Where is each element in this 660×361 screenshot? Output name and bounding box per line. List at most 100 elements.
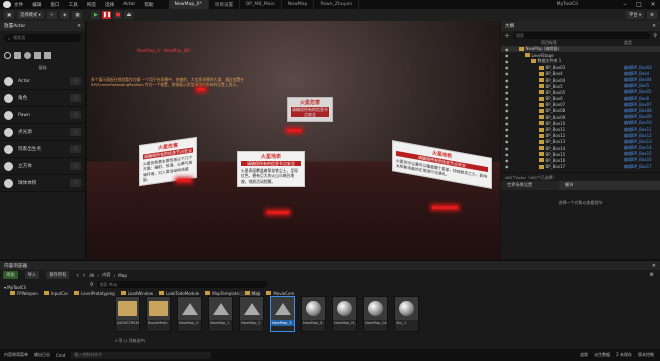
pause-icon[interactable]: ❚❚ [102, 11, 112, 19]
minimize-icon[interactable]: – [618, 1, 632, 8]
breadcrumb-item[interactable]: All [89, 273, 94, 278]
volumes-icon[interactable] [44, 51, 51, 59]
menu-item[interactable]: 工具 [69, 2, 78, 8]
visibility-icon[interactable]: ◉ [505, 90, 509, 95]
visibility-icon[interactable]: ◉ [505, 121, 509, 126]
document-tab[interactable]: BP_MB_Main [240, 0, 282, 9]
tree-item[interactable]: LevelPrototyping [68, 291, 115, 297]
visibility-icon[interactable]: ◉ [505, 65, 509, 70]
stop-icon[interactable]: ■ [113, 11, 123, 19]
asset-tile[interactable]: RoomMesh [146, 296, 171, 332]
cmd-dropdown[interactable]: Cmd [56, 353, 65, 358]
tab-details[interactable]: 细节 [559, 180, 660, 190]
content-drawer-button[interactable]: 内容侧滑菜单 [4, 352, 28, 358]
lights-icon[interactable] [14, 51, 21, 59]
add-button[interactable]: 添加 [3, 271, 18, 279]
search-input[interactable]: ⌕ 搜索类 [4, 34, 81, 42]
filter-icon[interactable]: ⚲ [90, 282, 94, 288]
actor-class-item[interactable]: Pawn ⓘ [0, 107, 85, 124]
asset-tile[interactable]: NewMap_0 [177, 296, 202, 332]
forward-icon[interactable]: › [83, 272, 85, 279]
visibility-icon[interactable]: ◉ [505, 71, 509, 76]
visibility-icon[interactable]: ◉ [505, 127, 509, 132]
source-control-button[interactable]: 版本控制 [638, 352, 654, 358]
info-icon[interactable]: ⓘ [70, 128, 81, 136]
settings-icon[interactable]: ⚙ [650, 272, 654, 278]
asset-tile[interactable]: NewMap_1 [208, 296, 233, 332]
trace-button[interactable]: 追踪 [580, 352, 588, 358]
visibility-icon[interactable]: ◉ [505, 139, 509, 144]
close-icon[interactable]: ✕ [652, 24, 656, 29]
save-icon[interactable]: ▣ [4, 11, 15, 19]
select-mode-button[interactable]: 选择模式 ▾ [17, 11, 44, 19]
settings-icon[interactable]: ⚙ [647, 11, 657, 19]
import-button[interactable]: 导入 [24, 271, 40, 279]
blueprint-icon[interactable]: ◈ [60, 11, 70, 19]
outliner-search[interactable]: 搜索 [513, 32, 651, 39]
visibility-icon[interactable]: ◉ [505, 115, 509, 120]
cinematics-icon[interactable]: ▦ [72, 11, 83, 19]
asset-search-input[interactable]: 搜索 Map [96, 281, 267, 288]
menu-item[interactable]: 构造 [87, 2, 96, 8]
visibility-icon[interactable]: ◉ [505, 59, 509, 64]
menu-item[interactable]: 编辑 [32, 2, 41, 8]
asset-tile[interactable]: NewMap_M_02 [332, 296, 357, 332]
platform-button[interactable]: 平台 ▾ [626, 11, 645, 19]
info-icon[interactable]: ⓘ [70, 111, 81, 119]
menu-item[interactable]: 文件 [14, 2, 23, 8]
document-tab[interactable]: NewMap [282, 0, 315, 9]
asset-tile[interactable]: NewMap_3 [270, 296, 295, 332]
visibility-icon[interactable]: ◉ [505, 102, 509, 107]
derived-data-button[interactable]: 派生数据 [594, 352, 610, 358]
unsaved-button[interactable]: 2 未保存 [616, 352, 632, 358]
asset-tile[interactable]: NewMap_04 [363, 296, 388, 332]
menu-item[interactable]: 窗口 [50, 2, 59, 8]
document-tab[interactable]: 项目设置 [209, 0, 241, 9]
visibility-icon[interactable]: ◉ [505, 53, 509, 58]
info-icon[interactable]: ⓘ [70, 94, 81, 102]
actor-class-item[interactable]: 角色 ⓘ [0, 90, 85, 107]
visibility-icon[interactable]: ◉ [505, 133, 509, 138]
tree-item[interactable]: InputCar [38, 291, 68, 297]
info-icon[interactable]: ⓘ [70, 162, 81, 170]
menu-item[interactable]: 帮助 [144, 2, 153, 8]
asset-tile[interactable]: NewMap_8 [301, 296, 326, 332]
actor-class-item[interactable]: 玩家出生点 ⓘ [0, 141, 85, 158]
visibility-icon[interactable]: ◉ [505, 96, 509, 101]
visibility-icon[interactable]: ◉ [505, 108, 509, 113]
actor-class-item[interactable]: 点光源 ⓘ [0, 124, 85, 141]
tree-item[interactable]: FPWeapon [4, 291, 38, 297]
info-icon[interactable]: ⓘ [70, 179, 81, 187]
info-icon[interactable]: ⓘ [70, 77, 81, 85]
visibility-icon[interactable]: ◉ [505, 152, 509, 157]
info-icon[interactable]: ⓘ [70, 145, 81, 153]
menu-item[interactable]: Actor [123, 2, 135, 7]
actor-class-item[interactable]: Actor ⓘ [0, 73, 85, 90]
add-content-icon[interactable]: ＋ [46, 11, 58, 19]
close-icon[interactable]: ✕ [646, 1, 660, 8]
menu-item[interactable]: 选择 [105, 2, 114, 8]
output-log-button[interactable]: 输出日志 [34, 352, 50, 358]
visibility-icon[interactable]: ◉ [505, 158, 509, 163]
close-icon[interactable]: ✕ [77, 24, 81, 29]
asset-tile[interactable]: NewMap_2 [239, 296, 264, 332]
level-viewport[interactable]: NewMap_0 · NewMap_ND 多个展示面板在视觉看作为操 一个用于在… [87, 21, 500, 259]
visual-effects-icon[interactable] [34, 51, 41, 59]
visibility-icon[interactable]: ◉ [505, 146, 509, 151]
save-all-button[interactable]: 保存所有 [46, 271, 70, 279]
eject-icon[interactable]: ⏏ [124, 11, 134, 19]
outliner-row[interactable]: ◉ BP_Box17 编辑BP_Box17 [501, 164, 660, 170]
visibility-icon[interactable]: ◉ [505, 164, 509, 169]
asset-tile[interactable]: Sky_1 [394, 296, 419, 332]
actor-class-item[interactable]: 球体体积 ⓘ [0, 175, 85, 192]
console-input[interactable]: 输入控制台命令 [71, 351, 212, 359]
visibility-icon[interactable]: ◉ [505, 78, 509, 83]
filter-icon[interactable]: ⚲ [653, 33, 657, 39]
breadcrumb-item[interactable]: 内容 [102, 272, 110, 278]
add-icon[interactable]: ＋ [504, 31, 510, 40]
tab-world-settings[interactable]: 世界场景设置 [501, 182, 559, 188]
recent-icon[interactable] [4, 51, 11, 59]
document-tab[interactable]: Pawn_Zhuyan [314, 0, 360, 9]
play-icon[interactable]: ▶ [91, 11, 101, 19]
close-icon[interactable]: ✕ [652, 263, 656, 269]
